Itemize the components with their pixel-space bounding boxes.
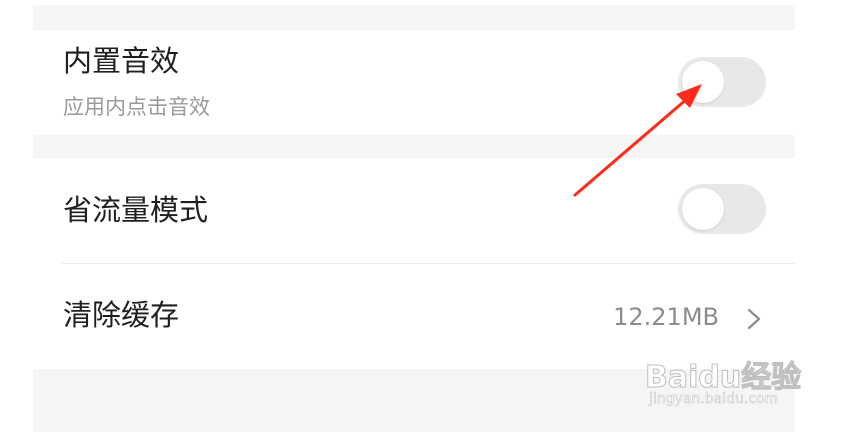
toggle-knob	[682, 188, 724, 230]
sound-effects-title: 内置音效	[63, 44, 180, 78]
settings-screen: 内置音效 应用内点击音效 省流量模式 清除缓存 12.21MB Baidu经验 …	[0, 0, 843, 432]
chevron-right-icon	[747, 308, 761, 330]
section-spacer-top	[33, 5, 795, 30]
cache-size-value: 12.21MB	[613, 303, 719, 331]
clear-cache-title: 清除缓存	[63, 298, 180, 332]
data-saver-toggle[interactable]	[678, 184, 766, 234]
section-spacer-bottom	[33, 369, 795, 432]
setting-row-sound-effects[interactable]: 内置音效 应用内点击音效	[33, 30, 795, 135]
sound-effects-toggle[interactable]	[678, 57, 766, 107]
setting-row-clear-cache[interactable]: 清除缓存 12.21MB	[33, 264, 795, 369]
sound-effects-subtitle: 应用内点击音效	[63, 95, 210, 119]
data-saver-title: 省流量模式	[63, 193, 209, 227]
setting-row-data-saver[interactable]: 省流量模式	[33, 158, 795, 263]
toggle-knob	[682, 61, 724, 103]
section-spacer-middle	[33, 135, 795, 158]
